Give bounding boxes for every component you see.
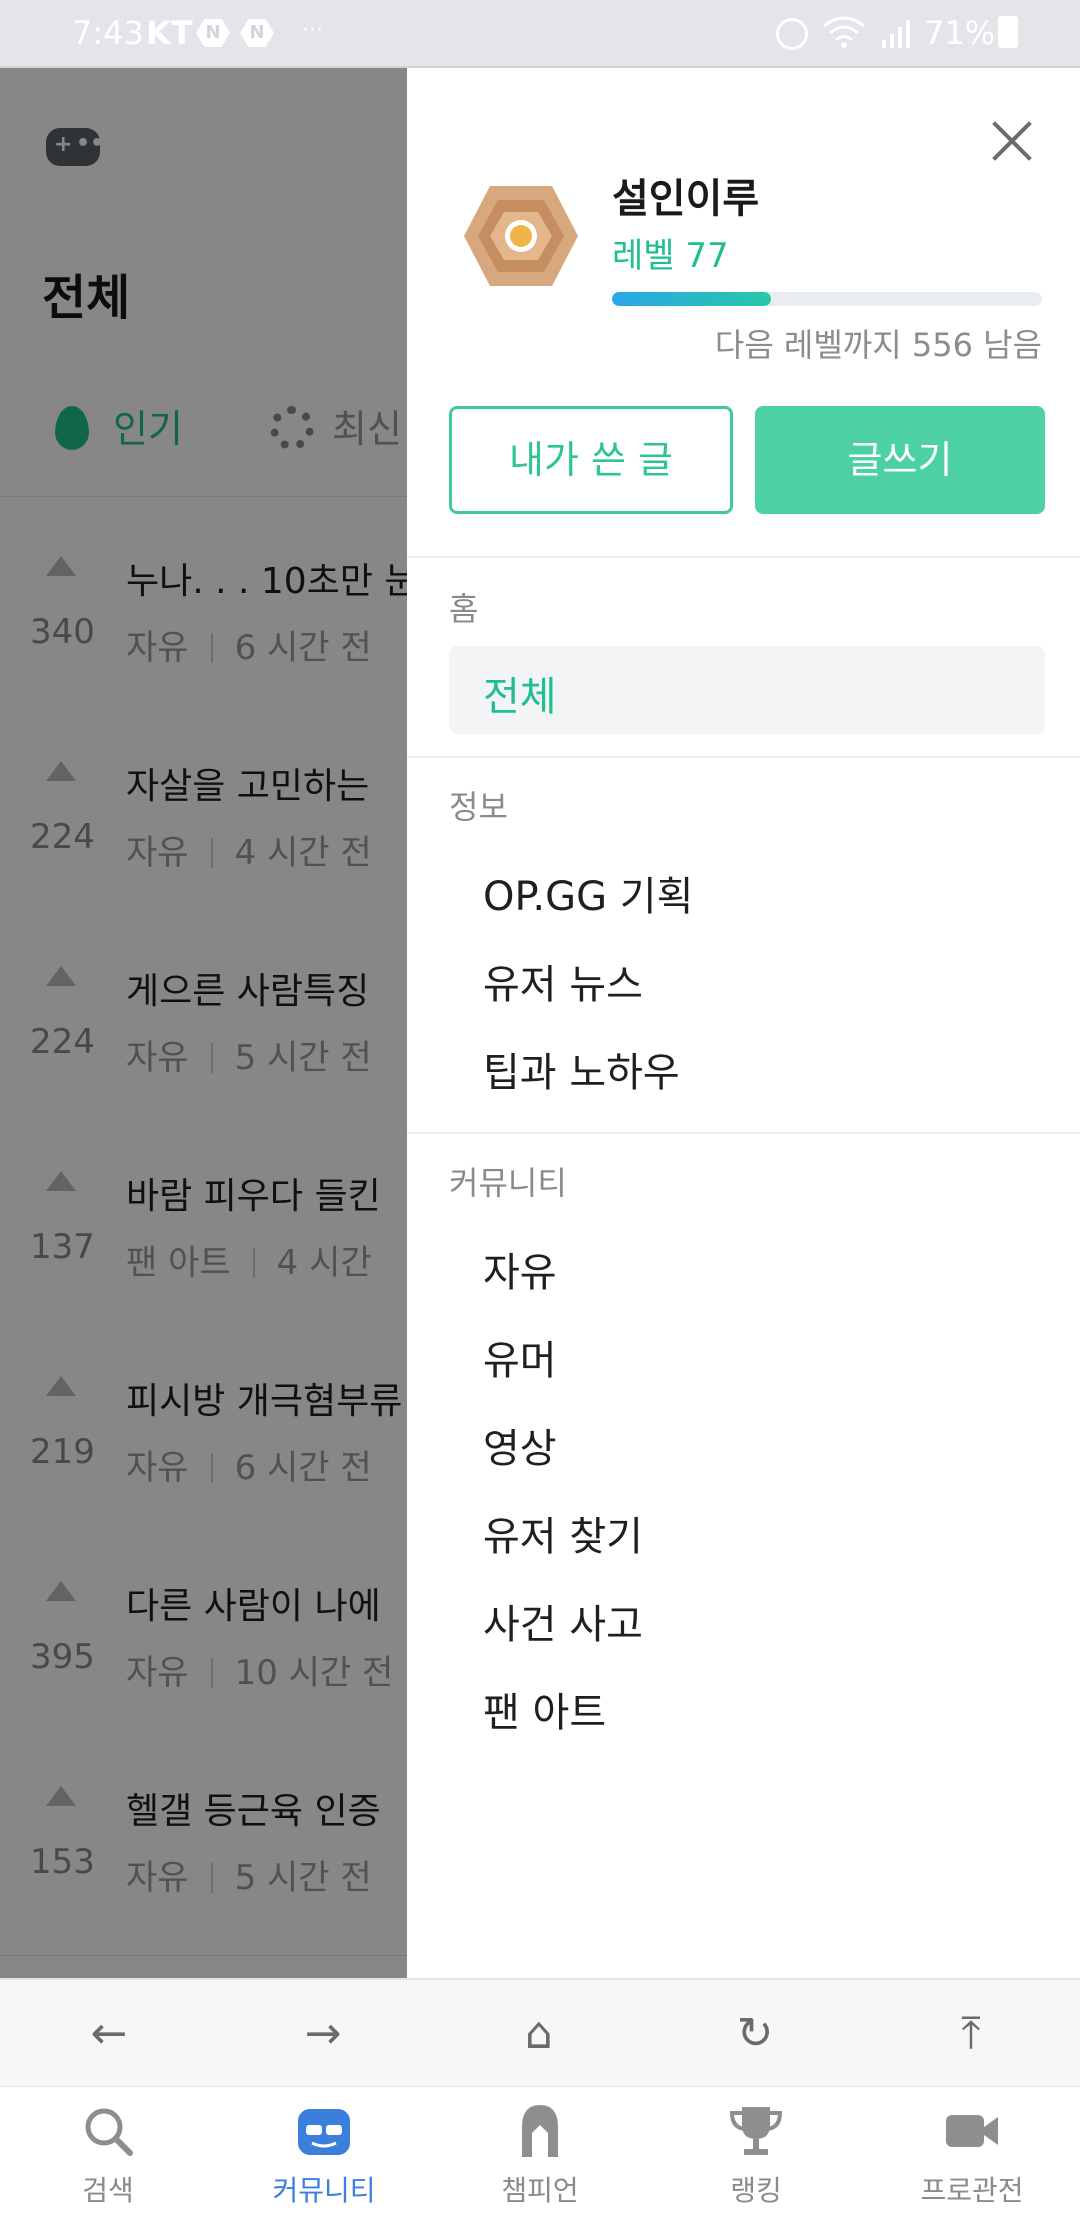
naver-notification-icon: N xyxy=(240,19,274,47)
video-camera-icon xyxy=(944,2103,1000,2159)
menu-item-opgg-feature[interactable]: OP.GG 기획 xyxy=(483,864,693,922)
level-progress-fill xyxy=(612,292,772,306)
my-posts-button[interactable]: 내가 쓴 글 xyxy=(449,406,733,514)
level-badge-icon xyxy=(462,184,580,288)
battery-percent: 71% xyxy=(924,14,996,52)
tab-community[interactable]: 커뮤니티 xyxy=(216,2087,432,2214)
champion-icon xyxy=(512,2103,568,2159)
naver-notification-icon: N xyxy=(196,19,230,47)
battery-icon xyxy=(998,16,1018,48)
tab-search[interactable]: 검색 xyxy=(0,2087,216,2214)
tab-label: 검색 xyxy=(82,2174,134,2207)
scroll-top-icon[interactable]: ⤒ xyxy=(911,1980,1031,2088)
tab-ranking[interactable]: 랭킹 xyxy=(648,2087,864,2214)
search-icon xyxy=(80,2103,136,2159)
menu-item-user-news[interactable]: 유저 뉴스 xyxy=(483,952,643,1010)
bottom-tab-bar: 검색 커뮤니티 챔피언 랭킹 프로관전 xyxy=(0,2086,1080,2214)
tab-label: 커뮤니티 xyxy=(272,2174,376,2207)
menu-item-free[interactable]: 자유 xyxy=(483,1240,557,1298)
browser-nav-bar: ← → ⌂ ↻ ⤒ xyxy=(0,1978,1080,2088)
section-label-info: 정보 xyxy=(449,788,508,826)
tab-champion[interactable]: 챔피언 xyxy=(432,2087,648,2214)
divider xyxy=(407,1132,1080,1134)
trophy-icon xyxy=(728,2103,784,2159)
section-label-home: 홈 xyxy=(449,590,479,628)
more-notifications-icon: ··· xyxy=(302,18,323,43)
username: 설인이루 xyxy=(612,176,760,222)
drawer-scrim[interactable] xyxy=(0,68,407,1978)
level-progress-bar xyxy=(612,292,1042,306)
home-icon[interactable]: ⌂ xyxy=(479,1980,599,2088)
section-label-community: 커뮤니티 xyxy=(449,1164,567,1202)
divider xyxy=(407,556,1080,558)
refresh-icon[interactable]: ↻ xyxy=(695,1980,815,2088)
menu-item-label: 전체 xyxy=(483,674,557,720)
wifi-icon xyxy=(822,14,866,48)
tab-pro-matches[interactable]: 프로관전 xyxy=(864,2087,1080,2214)
menu-item-incidents[interactable]: 사건 사고 xyxy=(483,1592,643,1650)
tab-label: 프로관전 xyxy=(920,2174,1024,2207)
menu-item-video[interactable]: 영상 xyxy=(483,1416,557,1474)
menu-item-find-user[interactable]: 유저 찾기 xyxy=(483,1504,643,1562)
menu-item-fan-art[interactable]: 팬 아트 xyxy=(483,1680,606,1738)
side-drawer: 설인이루 레벨 77 다음 레벨까지 556 남음 내가 쓴 글 글쓰기 홈 전… xyxy=(407,68,1080,1978)
forward-arrow-icon[interactable]: → xyxy=(263,1980,383,2088)
tab-label: 챔피언 xyxy=(501,2174,579,2207)
community-icon xyxy=(296,2103,352,2159)
menu-item-all[interactable]: 전체 xyxy=(449,646,1045,734)
divider xyxy=(407,756,1080,758)
back-arrow-icon[interactable]: ← xyxy=(49,1980,169,2088)
menu-item-tips[interactable]: 팁과 노하우 xyxy=(483,1040,680,1098)
level-remaining-text: 다음 레벨까지 556 남음 xyxy=(714,326,1042,364)
signal-icon xyxy=(880,18,914,48)
status-time: 7:43 xyxy=(72,14,144,52)
status-bar: 7:43 KT N N ··· 71% xyxy=(0,0,1080,68)
alarm-icon xyxy=(776,18,808,50)
tab-label: 랭킹 xyxy=(730,2174,782,2207)
menu-item-humor[interactable]: 유머 xyxy=(483,1328,557,1386)
user-level: 레벨 77 xyxy=(612,236,729,276)
status-carrier: KT xyxy=(146,14,193,52)
write-post-button[interactable]: 글쓰기 xyxy=(755,406,1045,514)
close-icon[interactable] xyxy=(982,112,1042,172)
